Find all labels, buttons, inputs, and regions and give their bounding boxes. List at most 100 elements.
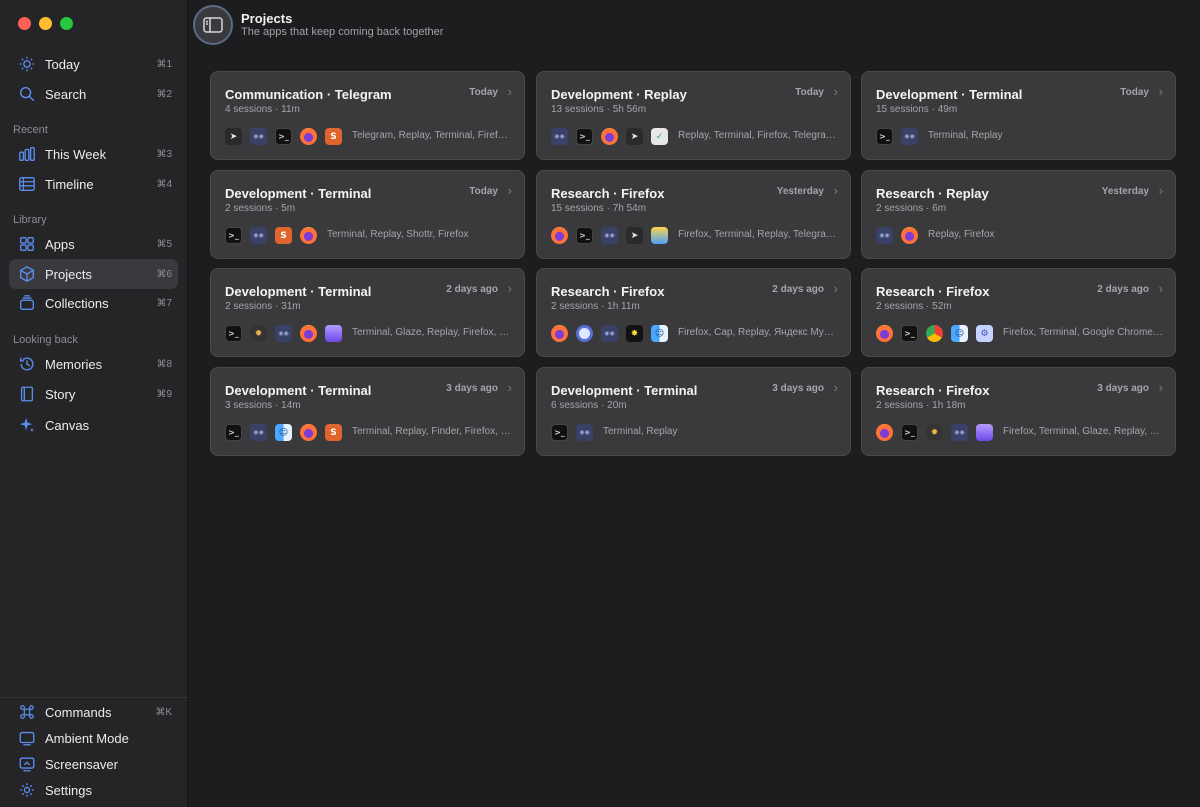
sidebar-item-search[interactable]: Search ⌘2 — [9, 79, 178, 109]
app-icon-row: >_ ◉◉ ☺ S — [225, 424, 342, 441]
shortcut-label: ⌘6 — [156, 268, 172, 280]
project-card[interactable]: Development · Terminal 2 sessions · 31m 2 … — [210, 268, 525, 357]
sidebar-item-projects[interactable]: Projects ⌘6 — [9, 259, 178, 289]
terminal-icon: >_ — [576, 227, 593, 244]
firefox-icon — [300, 424, 317, 441]
app-icon-row: ◉◉ >_ ➤ ✓ — [551, 128, 668, 145]
project-sessions: 3 sessions · 14m — [225, 400, 301, 411]
sidebar-item-this-week[interactable]: This Week ⌘3 — [9, 139, 178, 169]
stack-icon — [325, 325, 342, 342]
terminal-icon: >_ — [901, 325, 918, 342]
chevron-right-icon: › — [1158, 183, 1163, 198]
project-card[interactable]: Research · Firefox 2 sessions · 52m 2 days… — [861, 268, 1176, 357]
shottr-icon: S — [325, 424, 342, 441]
firefox-icon — [300, 227, 317, 244]
sidebar-item-label: Story — [45, 386, 76, 402]
sidebar: Today ⌘1 Search ⌘2 Recent This Week ⌘3 T… — [0, 0, 188, 807]
app-icon-row: ◉◉ — [876, 227, 918, 244]
screensaver-icon — [17, 754, 37, 774]
shortcut-label: ⌘8 — [156, 358, 172, 370]
close-window-button[interactable] — [18, 17, 31, 30]
firefox-icon — [876, 325, 893, 342]
project-card[interactable]: Research · Replay 2 sessions · 6m Yesterda… — [861, 170, 1176, 259]
project-app-list: Terminal, Glaze, Replay, Firefox, Stack — [352, 327, 512, 338]
firefox-icon — [901, 227, 918, 244]
project-title: Development · Replay — [551, 87, 687, 102]
bar-chart-icon — [17, 144, 37, 164]
shottr-icon: S — [325, 128, 342, 145]
sidebar-item-label: Canvas — [45, 417, 90, 433]
sidebar-item-memories[interactable]: Memories ⌘8 — [9, 349, 178, 379]
sidebar-item-today[interactable]: Today ⌘1 — [9, 49, 178, 79]
terminal-icon: >_ — [576, 128, 593, 145]
project-card[interactable]: Research · Firefox 15 sessions · 7h 54m Ye… — [536, 170, 851, 259]
timeline-icon — [17, 174, 37, 194]
project-last-seen: 2 days ago — [772, 284, 824, 295]
project-app-list: Terminal, Replay — [603, 426, 678, 437]
glaze-icon: ✹ — [926, 424, 943, 441]
replay-icon: ◉◉ — [551, 128, 568, 145]
sidebar-item-settings[interactable]: Settings — [9, 775, 178, 805]
sidebar-item-timeline[interactable]: Timeline ⌘4 — [9, 169, 178, 199]
project-sessions: 2 sessions · 1h 18m — [876, 400, 966, 411]
finder-icon: ☺ — [651, 325, 668, 342]
section-label-looking-back: Looking back — [13, 334, 78, 346]
collections-icon — [17, 293, 37, 313]
project-card[interactable]: Development · Terminal 6 sessions · 20m 3 … — [536, 367, 851, 456]
project-card[interactable]: Development · Terminal 3 sessions · 14m 3 … — [210, 367, 525, 456]
project-sessions: 2 sessions · 5m — [225, 203, 296, 214]
chevron-right-icon: › — [507, 84, 512, 99]
project-app-list: Terminal, Replay — [928, 130, 1003, 141]
project-card[interactable]: Development · Terminal 15 sessions · 49m T… — [861, 71, 1176, 160]
sidebar-item-label: Screensaver — [45, 756, 118, 772]
project-card[interactable]: Development · Terminal 2 sessions · 5m Tod… — [210, 170, 525, 259]
shortcut-label: ⌘3 — [156, 148, 172, 160]
project-last-seen: 3 days ago — [772, 383, 824, 394]
project-card[interactable]: Research · Firefox 2 sessions · 1h 11m 2 d… — [536, 268, 851, 357]
zoom-window-button[interactable] — [60, 17, 73, 30]
sidebar-item-collections[interactable]: Collections ⌘7 — [9, 288, 178, 318]
chevron-right-icon: › — [507, 183, 512, 198]
project-card[interactable]: Communication · Telegram 4 sessions · 11m… — [210, 71, 525, 160]
command-icon — [17, 702, 37, 722]
sidebar-item-label: Timeline — [45, 176, 94, 192]
stack-icon — [976, 424, 993, 441]
sidebar-item-story[interactable]: Story ⌘9 — [9, 379, 178, 409]
shortcut-label: ⌘1 — [156, 58, 172, 70]
grid-icon — [17, 234, 37, 254]
project-app-list: Replay, Terminal, Firefox, Telegram, AdG… — [678, 130, 838, 141]
project-title: Communication · Telegram — [225, 87, 392, 102]
project-app-list: Terminal, Replay, Finder, Firefox, Shott… — [352, 426, 512, 437]
app-icon-row: >_ ✹ ◉◉ — [876, 424, 993, 441]
page-subtitle: The apps that keep coming back together — [241, 26, 444, 38]
replay-icon: ◉◉ — [601, 227, 618, 244]
project-card[interactable]: Development · Replay 13 sessions · 5h 56m… — [536, 71, 851, 160]
minimize-window-button[interactable] — [39, 17, 52, 30]
book-icon — [17, 384, 37, 404]
firefox-icon — [300, 128, 317, 145]
terminal-icon: >_ — [225, 325, 242, 342]
replay-icon: ◉◉ — [250, 424, 267, 441]
project-card[interactable]: Research · Firefox 2 sessions · 1h 18m 3 d… — [861, 367, 1176, 456]
page-title: Projects — [241, 11, 293, 26]
project-title: Research · Firefox — [876, 383, 990, 398]
chrome-icon — [926, 325, 943, 342]
sidebar-item-apps[interactable]: Apps ⌘5 — [9, 229, 178, 259]
replay-icon: ◉◉ — [576, 424, 593, 441]
chevron-right-icon: › — [507, 380, 512, 395]
project-last-seen: Today — [1120, 87, 1149, 98]
project-last-seen: 3 days ago — [446, 383, 498, 394]
toggle-sidebar-button[interactable] — [193, 5, 233, 45]
sidebar-item-label: Apps — [45, 236, 75, 252]
project-title: Research · Firefox — [551, 284, 665, 299]
replay-icon: ◉◉ — [250, 227, 267, 244]
terminal-icon: >_ — [876, 128, 893, 145]
project-app-list: Firefox, Terminal, Google Chrome, Finder — [1003, 327, 1163, 338]
app-icon-row: >_ ☺ ⚙ — [876, 325, 993, 342]
replay-icon: ◉◉ — [275, 325, 292, 342]
sidebar-item-canvas[interactable]: Canvas — [9, 410, 178, 440]
project-last-seen: 2 days ago — [1097, 284, 1149, 295]
app-icon-row: >_ ◉◉ ➤ — [551, 227, 668, 244]
telegram-icon: ➤ — [626, 227, 643, 244]
app-icon-row: >_ ◉◉ S — [225, 227, 317, 244]
